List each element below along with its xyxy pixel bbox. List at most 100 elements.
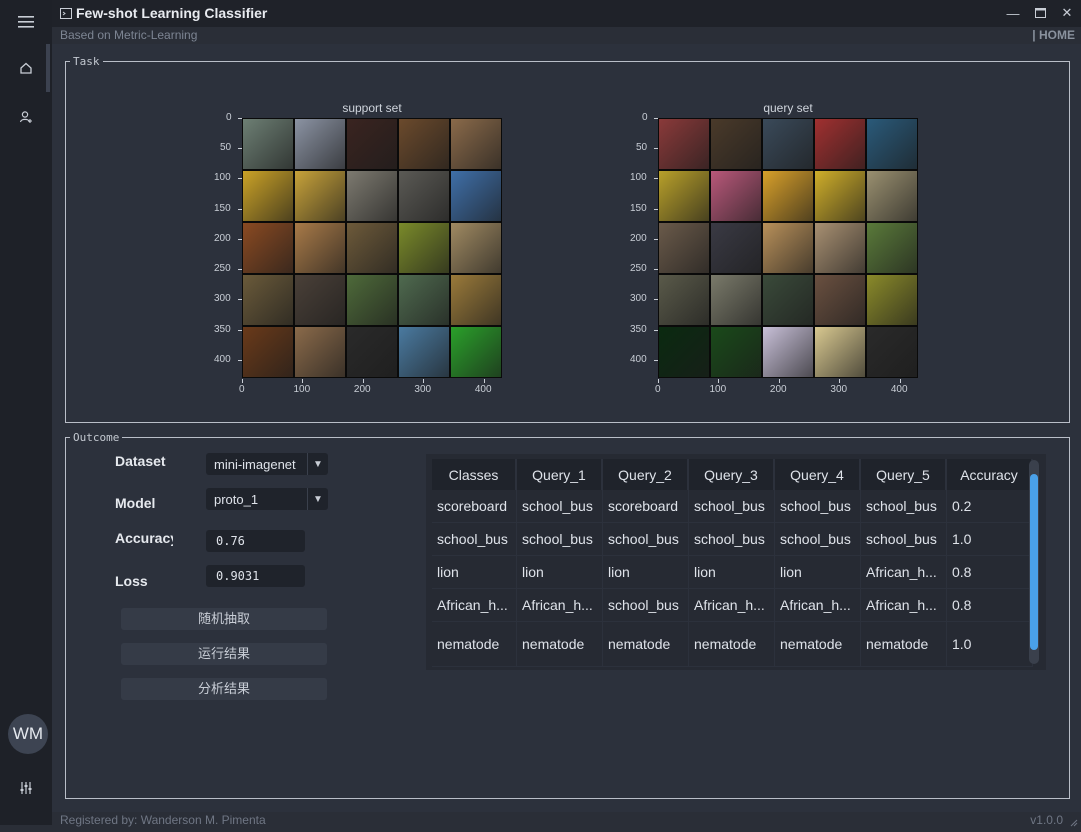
table-cell[interactable]: nematode [775, 622, 861, 667]
sub-bar [52, 27, 1081, 44]
y-tick-mark [238, 178, 242, 180]
table-cell[interactable]: African_h... [517, 589, 603, 622]
image-tile [763, 171, 813, 221]
image-tile [295, 171, 345, 221]
column-header[interactable]: Query_4 [775, 459, 861, 490]
table-cell[interactable]: school_bus [603, 589, 689, 622]
home-button[interactable] [0, 46, 52, 90]
table-cell[interactable]: nematode [689, 622, 775, 667]
image-tile [815, 171, 865, 221]
table-cell[interactable]: scoreboard [603, 490, 689, 523]
close-icon: ✕ [1061, 5, 1073, 20]
table-cell[interactable]: nematode [603, 622, 689, 667]
table-row[interactable]: scoreboard school_bus scoreboard school_… [432, 490, 1033, 523]
table-cell[interactable]: school_bus [432, 523, 517, 556]
table-cell[interactable]: nematode [432, 622, 517, 667]
table-cell[interactable]: 0.8 [947, 589, 1033, 622]
y-tick-label: 300 [214, 293, 231, 305]
task-legend: Task [73, 55, 100, 68]
image-tile [867, 327, 917, 377]
table-cell[interactable]: nematode [517, 622, 603, 667]
y-tick-label: 0 [642, 112, 648, 123]
table-cell[interactable]: school_bus [775, 523, 861, 556]
y-tick-label: 250 [630, 263, 647, 275]
y-tick-label: 200 [630, 232, 647, 244]
table-cell[interactable]: African_h... [861, 589, 947, 622]
table-cell[interactable]: school_bus [517, 490, 603, 523]
dataset-label: Dataset [115, 453, 166, 469]
support-set-title: support set [342, 101, 402, 115]
outcome-legend: Outcome [73, 431, 120, 444]
dataset-select[interactable]: mini-imagenet ▼ [206, 453, 328, 475]
model-label: Model [115, 495, 156, 511]
column-header[interactable]: Classes [432, 459, 517, 490]
column-header[interactable]: Query_2 [603, 459, 689, 490]
table-cell[interactable]: school_bus [603, 523, 689, 556]
chevron-down-icon: ▼ [307, 453, 328, 475]
column-header[interactable]: Query_3 [689, 459, 775, 490]
close-button[interactable]: ✕ [1056, 4, 1078, 22]
accuracy-field[interactable]: 0.76 [206, 530, 305, 552]
hamburger-icon [18, 16, 34, 28]
table-cell[interactable]: lion [689, 556, 775, 589]
run-results-button[interactable]: 运行结果 [121, 643, 327, 665]
home-icon [20, 62, 32, 74]
x-tick-label: 100 [293, 384, 311, 395]
x-tick-mark [483, 379, 485, 383]
image-tile [243, 119, 293, 169]
model-select[interactable]: proto_1 ▼ [206, 488, 328, 510]
analyze-results-button[interactable]: 分析结果 [121, 678, 327, 700]
maximize-button[interactable] [1029, 4, 1051, 22]
minimize-button[interactable]: — [1002, 4, 1024, 22]
image-tile [815, 327, 865, 377]
settings-button[interactable] [0, 766, 52, 810]
table-cell[interactable]: 1.0 [947, 523, 1033, 556]
y-tick-mark [238, 148, 242, 150]
table-row[interactable]: lion lion lion lion lion African_h... 0.… [432, 556, 1033, 589]
table-scrollbar-thumb[interactable] [1030, 474, 1038, 650]
menu-toggle-button[interactable] [0, 0, 52, 44]
table-cell[interactable]: school_bus [861, 523, 947, 556]
minimize-icon: — [1006, 5, 1020, 21]
table-cell[interactable]: scoreboard [432, 490, 517, 523]
table-row[interactable]: African_h... African_h... school_bus Afr… [432, 589, 1033, 622]
table-row[interactable]: school_bus school_bus school_bus school_… [432, 523, 1033, 556]
table-cell[interactable]: nematode [861, 622, 947, 667]
column-header[interactable]: Query_5 [861, 459, 947, 490]
table-cell[interactable]: lion [775, 556, 861, 589]
chevron-down-icon: ▼ [307, 488, 328, 510]
add-user-button[interactable] [0, 95, 52, 139]
table-row[interactable]: nematode nematode nematode nematode nema… [432, 622, 1033, 667]
table-cell[interactable]: school_bus [861, 490, 947, 523]
table-cell[interactable]: lion [432, 556, 517, 589]
y-tick-mark [238, 269, 242, 271]
table-cell[interactable]: lion [517, 556, 603, 589]
table-cell[interactable]: school_bus [517, 523, 603, 556]
image-tile [659, 275, 709, 325]
table-cell[interactable]: school_bus [689, 490, 775, 523]
table-cell[interactable]: school_bus [689, 523, 775, 556]
table-cell[interactable]: lion [603, 556, 689, 589]
table-cell[interactable]: 0.2 [947, 490, 1033, 523]
table-cell[interactable]: African_h... [775, 589, 861, 622]
table-cell[interactable]: school_bus [775, 490, 861, 523]
column-header[interactable]: Accuracy [947, 459, 1033, 490]
table-cell[interactable]: 1.0 [947, 622, 1033, 667]
y-tick-mark [654, 148, 658, 150]
resize-grip-icon[interactable] [1069, 814, 1078, 832]
y-tick-label: 100 [630, 172, 647, 184]
image-tile [243, 171, 293, 221]
image-tile [347, 119, 397, 169]
table-cell[interactable]: African_h... [689, 589, 775, 622]
results-table: Classes Query_1 Query_2 Query_3 Query_4 … [432, 459, 1033, 667]
column-header[interactable]: Query_1 [517, 459, 603, 490]
random-sample-button[interactable]: 随机抽取 [121, 608, 327, 630]
user-avatar[interactable]: WM [8, 714, 48, 754]
loss-field[interactable]: 0.9031 [206, 565, 305, 587]
image-tile [295, 327, 345, 377]
image-tile [763, 119, 813, 169]
image-tile [295, 119, 345, 169]
table-cell[interactable]: African_h... [861, 556, 947, 589]
table-cell[interactable]: 0.8 [947, 556, 1033, 589]
table-cell[interactable]: African_h... [432, 589, 517, 622]
